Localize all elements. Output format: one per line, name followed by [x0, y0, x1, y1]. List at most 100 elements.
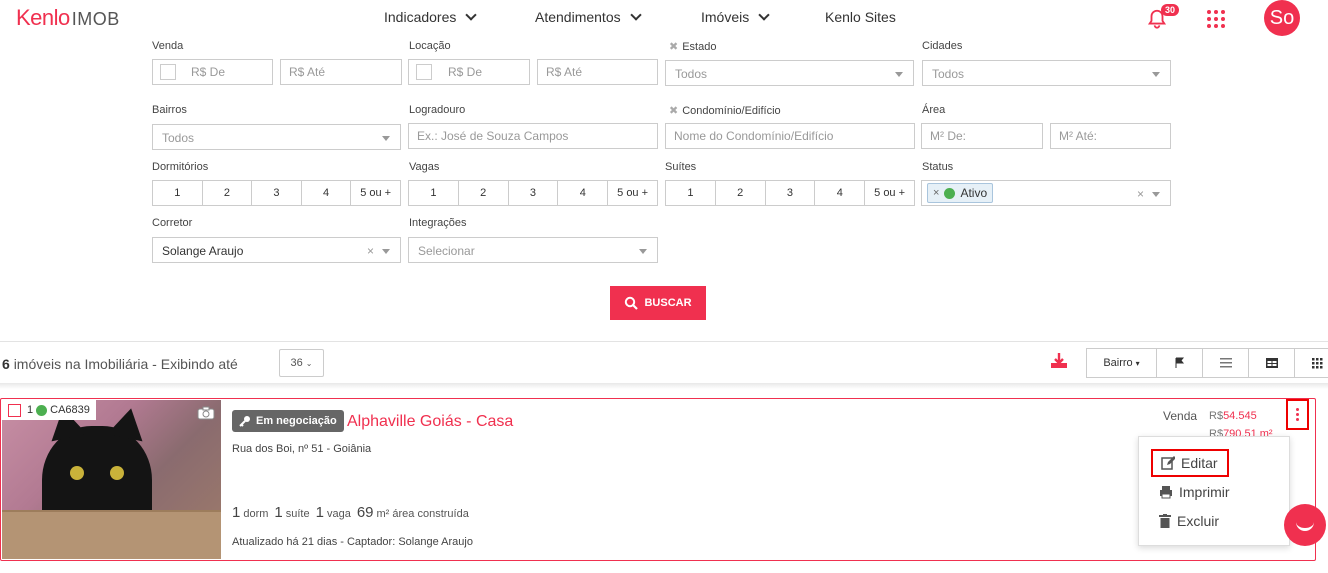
property-title[interactable]: Alphaville Goiás - Casa	[347, 413, 513, 431]
dormitorios-option[interactable]: 5 ou +	[351, 181, 400, 205]
area-ate-input[interactable]: M² Até:	[1050, 123, 1171, 149]
cardboard-box-image	[2, 510, 221, 559]
tag-remove-icon[interactable]: ×	[933, 187, 939, 199]
menu-item-excluir[interactable]: Excluir	[1159, 513, 1219, 529]
dormitorios-option[interactable]: 3	[252, 181, 302, 205]
corretor-select[interactable]: Solange Araujo ×	[152, 237, 401, 263]
vagas-option[interactable]: 5 ou +	[608, 181, 657, 205]
sale-price: R$54.545	[1209, 410, 1257, 422]
key-icon	[239, 416, 250, 427]
venda-checkbox[interactable]	[160, 64, 176, 80]
table-view-icon[interactable]	[1249, 349, 1295, 377]
close-icon[interactable]: ✖	[669, 41, 678, 53]
dormitorios-option[interactable]: 1	[153, 181, 203, 205]
download-icon[interactable]	[1050, 352, 1068, 370]
view-toolbar: Bairro ▾	[1086, 348, 1328, 378]
area-label: Área	[922, 104, 946, 116]
caret-down-icon	[895, 72, 903, 77]
caret-down-icon	[1152, 192, 1160, 197]
camera-icon[interactable]	[197, 406, 215, 420]
nav-indicadores[interactable]: Indicadores	[384, 8, 478, 25]
top-navbar: Kenlo IMOB Indicadores Atendimentos Imóve…	[0, 0, 1328, 36]
suites-option[interactable]: 3	[766, 181, 816, 205]
locacao-checkbox[interactable]	[416, 64, 432, 80]
logradouro-label: Logradouro	[409, 104, 466, 116]
dormitorios-option[interactable]: 4	[302, 181, 352, 205]
results-count: 6 imóveis na Imobiliária - Exibindo até	[2, 356, 238, 372]
status-label: Status	[922, 161, 954, 173]
spec-vaga: 1 vaga	[315, 504, 351, 521]
estado-select[interactable]: Todos	[665, 60, 914, 86]
status-dot-icon	[944, 187, 956, 199]
property-address: Rua dos Boi, nº 51 - Goiânia	[232, 443, 372, 455]
chat-bubble-button[interactable]	[1284, 504, 1326, 546]
updated-info: Atualizado há 21 dias - Captador: Solang…	[232, 536, 473, 548]
integracoes-label: Integrações	[409, 217, 467, 229]
vagas-option[interactable]: 1	[409, 181, 459, 205]
flag-view-icon[interactable]	[1157, 349, 1203, 377]
section-divider	[0, 341, 1328, 342]
menu-item-editar[interactable]: Editar	[1151, 449, 1229, 477]
apps-grid-icon[interactable]	[1207, 10, 1225, 28]
vagas-option[interactable]: 4	[558, 181, 609, 205]
caret-down-icon	[382, 249, 390, 254]
list-view-icon[interactable]	[1203, 349, 1249, 377]
suites-label: Suítes	[665, 161, 697, 173]
select-checkbox[interactable]	[8, 403, 21, 417]
vagas-option[interactable]: 2	[459, 181, 509, 205]
spec-suite: 1 suíte	[274, 504, 310, 521]
suites-option[interactable]: 5 ou +	[865, 181, 914, 205]
chevron-down-icon	[629, 8, 642, 21]
per-page-select[interactable]: 36 ⌄	[279, 349, 324, 377]
bairros-select[interactable]: Todos	[152, 124, 401, 150]
condominio-input[interactable]: Nome do Condomínio/Edifício	[665, 123, 915, 149]
dormitorios-option[interactable]: 2	[203, 181, 253, 205]
caret-down-icon	[639, 249, 647, 254]
kenlo-logo[interactable]: Kenlo IMOB	[16, 5, 120, 31]
condominio-label: ✖ Condomínio/Edifício	[669, 105, 781, 117]
nav-imoveis[interactable]: Imóveis	[701, 8, 770, 25]
menu-item-imprimir[interactable]: Imprimir	[1159, 484, 1230, 500]
clear-icon[interactable]: ×	[367, 244, 374, 258]
results-shadow	[0, 383, 1328, 389]
area-de-input[interactable]: M² De:	[921, 123, 1043, 149]
sort-dropdown[interactable]: Bairro ▾	[1087, 349, 1157, 377]
actions-menu: Editar Imprimir Excluir	[1138, 436, 1290, 546]
close-icon[interactable]: ✖	[669, 105, 678, 117]
integracoes-select[interactable]: Selecionar	[408, 237, 658, 263]
suites-option[interactable]: 2	[716, 181, 766, 205]
grid-view-icon[interactable]	[1295, 349, 1328, 377]
property-specs: 1 dorm 1 suíte 1 vaga 69 m² área construída	[232, 504, 469, 521]
suites-option[interactable]: 1	[666, 181, 716, 205]
cidades-label: Cidades	[922, 40, 963, 52]
spec-area: 69 m² área construída	[356, 504, 469, 521]
venda-ate-input[interactable]: R$ Até	[280, 59, 402, 85]
price-per-m2: R$790,51 m²	[1209, 428, 1273, 436]
buscar-button[interactable]: BUSCAR	[610, 286, 706, 320]
negotiation-badge: Em negociação	[232, 410, 344, 432]
trash-icon	[1159, 514, 1171, 528]
venda-label: Venda	[152, 40, 184, 52]
chevron-down-icon	[758, 8, 770, 21]
more-options-button[interactable]	[1286, 399, 1309, 430]
property-photo[interactable]	[2, 400, 221, 559]
cidades-select[interactable]: Todos	[922, 60, 1171, 86]
logradouro-input[interactable]: Ex.: José de Souza Campos	[408, 123, 658, 149]
bairros-label: Bairros	[152, 104, 187, 116]
venda-label: Venda	[1163, 409, 1198, 423]
clear-icon[interactable]: ×	[1137, 187, 1144, 201]
user-avatar[interactable]: So	[1264, 0, 1300, 36]
status-tag-ativo: × Ativo	[927, 183, 994, 203]
property-code-chip: 1 CA6839	[2, 400, 96, 420]
corretor-label: Corretor	[152, 217, 193, 229]
vagas-option[interactable]: 3	[509, 181, 559, 205]
locacao-label: Locação	[409, 40, 451, 52]
nav-atendimentos[interactable]: Atendimentos	[535, 8, 642, 25]
vagas-label: Vagas	[409, 161, 440, 173]
notification-count-badge: 30	[1161, 4, 1180, 16]
locacao-ate-input[interactable]: R$ Até	[537, 59, 658, 85]
estado-label: ✖ Estado	[669, 41, 717, 53]
dormitorios-label: Dormitórios	[152, 161, 209, 173]
suites-option[interactable]: 4	[815, 181, 866, 205]
nav-kenlo-sites[interactable]: Kenlo Sites	[825, 9, 896, 25]
